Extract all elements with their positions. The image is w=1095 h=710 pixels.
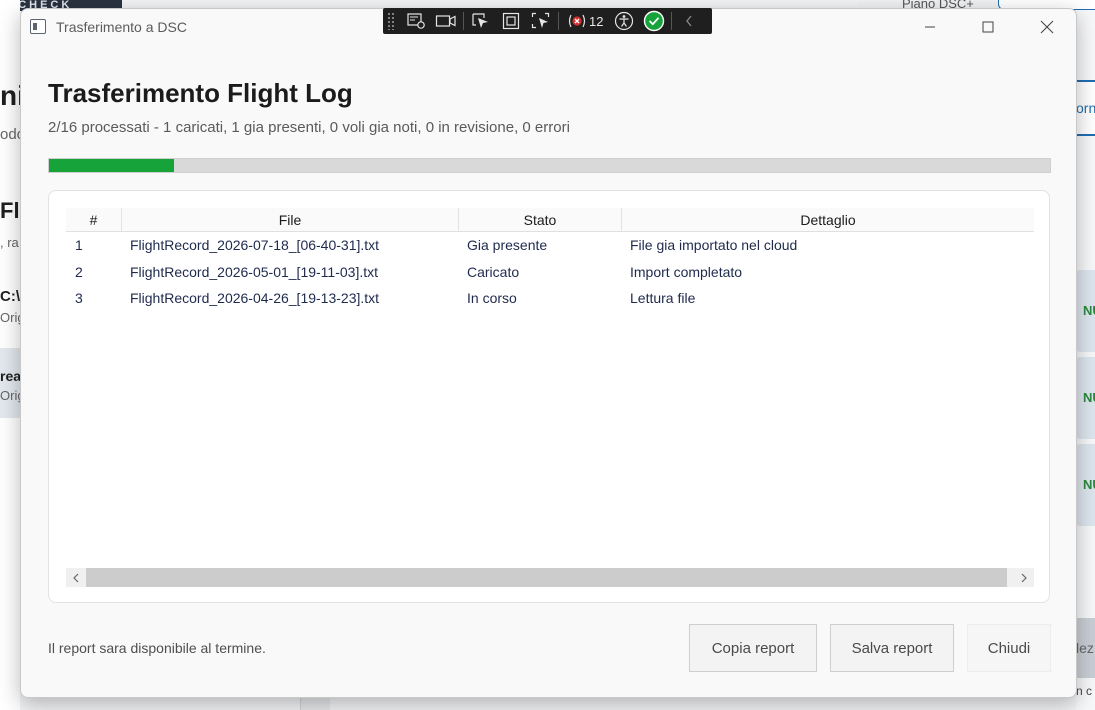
- chevron-left-icon: [73, 573, 79, 582]
- close-button[interactable]: [1024, 9, 1070, 45]
- table-row[interactable]: 3 FlightRecord_2026-04-26_[19-13-23].txt…: [66, 285, 1034, 312]
- row-file: FlightRecord_2026-07-18_[06-40-31].txt: [130, 237, 380, 254]
- row-detail: File gia importato nel cloud: [630, 237, 798, 254]
- row-number: 1: [75, 237, 83, 254]
- column-header-file[interactable]: File: [122, 208, 459, 231]
- column-header-number[interactable]: #: [66, 208, 122, 231]
- background-selected-item-origin: Orig: [0, 388, 20, 403]
- binding-failures-count: 12: [589, 13, 604, 29]
- progress-summary: 2/16 processati - 1 caricati, 1 gia pres…: [48, 119, 570, 136]
- close-dialog-button[interactable]: Chiudi: [967, 624, 1051, 672]
- maximize-icon: [982, 21, 994, 33]
- track-focus-button[interactable]: [526, 10, 556, 32]
- row-file: FlightRecord_2026-04-26_[19-13-23].txt: [130, 290, 380, 307]
- results-table: # File Stato Dettaglio 1 FlightRecord_20…: [66, 208, 1034, 312]
- results-panel: # File Stato Dettaglio 1 FlightRecord_20…: [48, 190, 1050, 603]
- debug-toolbar: 12: [383, 8, 712, 34]
- row-status: Caricato: [467, 263, 520, 280]
- background-card[interactable]: NU: [1076, 270, 1095, 352]
- table-row[interactable]: 2 FlightRecord_2026-05-01_[19-11-03].txt…: [66, 259, 1034, 286]
- binding-failures-button[interactable]: 12: [561, 12, 609, 30]
- toolbar-separator: [463, 12, 464, 30]
- row-status: In corso: [467, 290, 517, 307]
- chevron-right-icon: [1021, 573, 1027, 582]
- binding-failures-icon: [568, 14, 586, 28]
- live-visual-tree-icon: [407, 13, 425, 29]
- collapse-toolbar-button[interactable]: [674, 10, 704, 32]
- background-section-text: , ra: [0, 235, 19, 250]
- maximize-button[interactable]: [965, 9, 1011, 45]
- scrollbar-thumb[interactable]: [86, 568, 1007, 587]
- page-title: Trasferimento Flight Log: [48, 78, 353, 108]
- copy-report-button[interactable]: Copia report: [689, 624, 817, 672]
- row-detail: Import completato: [630, 263, 743, 280]
- background-selected-item-label: rea: [0, 368, 20, 384]
- background-bottom-text: n c: [1076, 684, 1093, 698]
- background-bottom-strip: [300, 697, 330, 710]
- background-card[interactable]: NU: [1076, 444, 1095, 526]
- track-focus-icon: [531, 12, 550, 29]
- record-video-button[interactable]: [431, 10, 461, 32]
- progress-bar: [48, 158, 1051, 173]
- scroll-right-button[interactable]: [1014, 568, 1034, 587]
- table-header: # File Stato Dettaglio: [66, 208, 1034, 232]
- live-visual-tree-button[interactable]: [401, 10, 431, 32]
- background-path-item[interactable]: C:\: [0, 288, 20, 305]
- status-ok-button[interactable]: [639, 10, 669, 32]
- check-icon: [644, 10, 665, 32]
- background-subtitle-fragment: odo: [0, 126, 20, 143]
- display-layout-icon: [502, 12, 520, 30]
- column-header-detail[interactable]: Dettaglio: [622, 208, 1034, 231]
- horizontal-scrollbar[interactable]: [66, 568, 1034, 587]
- accessibility-button[interactable]: [609, 10, 639, 32]
- toolbar-grip[interactable]: [387, 12, 395, 30]
- background-path-origin: Orig: [0, 310, 20, 325]
- background-title-fragment: niz: [0, 80, 20, 111]
- row-number: 2: [75, 263, 83, 280]
- minimize-button[interactable]: [907, 9, 953, 45]
- report-status-note: Il report sara disponibile al termine.: [48, 640, 266, 656]
- background-section-heading: Flig: [0, 198, 20, 223]
- table-row[interactable]: 1 FlightRecord_2026-07-18_[06-40-31].txt…: [66, 232, 1034, 259]
- scroll-left-button[interactable]: [66, 568, 86, 587]
- toolbar-separator: [671, 12, 673, 30]
- app-window-icon: [30, 19, 46, 34]
- accessibility-icon: [615, 11, 634, 31]
- toolbar-separator: [558, 12, 559, 30]
- row-detail: Lettura file: [630, 290, 696, 307]
- minimize-icon: [925, 26, 935, 28]
- row-number: 3: [75, 290, 83, 307]
- save-report-button[interactable]: Salva report: [830, 624, 954, 672]
- transfer-dialog: Trasferimento a DSC Trasferimento Flight…: [20, 8, 1077, 698]
- window-title: Trasferimento a DSC: [56, 19, 187, 35]
- background-select-button[interactable]: lez: [1076, 618, 1095, 678]
- column-header-status[interactable]: Stato: [459, 208, 622, 231]
- background-tab[interactable]: orn: [1076, 80, 1095, 136]
- close-icon: [1040, 20, 1054, 34]
- select-element-button[interactable]: [466, 10, 496, 32]
- collapse-chevron-icon: [686, 15, 692, 27]
- display-layout-button[interactable]: [496, 10, 526, 32]
- progress-bar-fill: [49, 159, 175, 172]
- row-status: Gia presente: [467, 237, 548, 254]
- video-icon: [435, 15, 456, 27]
- background-card[interactable]: NU: [1076, 357, 1095, 439]
- select-element-icon: [472, 13, 488, 28]
- row-file: FlightRecord_2026-05-01_[19-11-03].txt: [130, 263, 379, 280]
